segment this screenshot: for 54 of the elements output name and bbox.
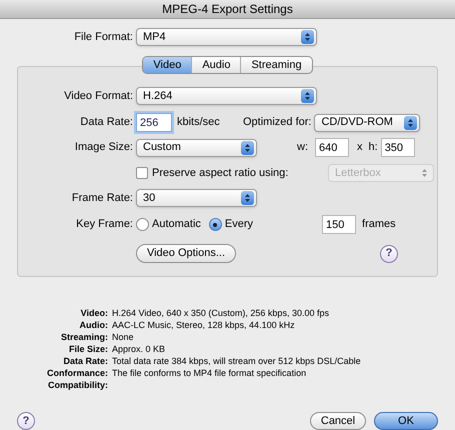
summary-label: Video:	[80, 307, 109, 320]
summary-label: Data Rate:	[62, 355, 109, 368]
stepper-arrows-icon	[404, 116, 418, 130]
field-label: Frame Rate:	[70, 190, 134, 206]
summary-label: Compatibility:	[47, 379, 109, 392]
radio-button[interactable]	[136, 218, 149, 231]
summary-label: File Size:	[68, 343, 109, 356]
dropdown[interactable]: MP4	[136, 28, 317, 46]
help-button[interactable]: ?	[380, 244, 398, 262]
checkbox[interactable]	[136, 167, 148, 179]
radio-button[interactable]	[208, 218, 222, 231]
field-label: Image Size:	[74, 140, 134, 156]
stepper-arrows-icon	[241, 140, 254, 154]
tab[interactable]: Video	[143, 57, 192, 73]
help-button[interactable]: ?	[17, 412, 35, 430]
text-field[interactable]: 350	[380, 138, 415, 157]
summary-value: AAC-LC Music, Stereo, 128 kbps, 44.100 kHz	[112, 319, 295, 332]
unit-label: frames	[362, 217, 396, 232]
field-label: Optimized for:	[243, 115, 312, 130]
summary-value: Total data rate 384 kbps, will stream over 512 kbps DSL/Cable	[112, 355, 361, 368]
field-label: Video Format:	[63, 88, 134, 104]
summary-value: The file conforms to MP4 file format specification	[112, 367, 306, 380]
text-field[interactable]: 256	[136, 113, 172, 132]
summary-value: Approx. 0 KB	[112, 343, 166, 356]
text-field[interactable]: 640	[315, 138, 349, 157]
field-label: w:	[297, 140, 309, 156]
summary-value: H.264 Video, 640 x 350 (Custom), 256 kbps, 30.00 fps	[112, 307, 329, 320]
dropdown[interactable]: CD/DVD-ROM	[314, 114, 420, 132]
video-options-button[interactable]: Video Options...	[136, 244, 236, 263]
dropdown[interactable]: Custom	[136, 138, 257, 156]
stepper-arrows-icon	[301, 89, 314, 103]
dialog-button[interactable]: OK	[374, 412, 438, 430]
dropdown[interactable]: H.264	[136, 87, 317, 105]
tab[interactable]: Streaming	[240, 57, 312, 73]
summary-value: None	[112, 331, 134, 344]
summary-label: Streaming:	[60, 331, 109, 344]
field-label: Key Frame:	[75, 217, 134, 232]
dropdown[interactable]: 30	[136, 189, 257, 207]
dialog-button[interactable]: Cancel	[310, 412, 366, 430]
summary-label: Conformance:	[46, 367, 109, 380]
radio-label: Automatic	[152, 217, 201, 232]
unit-label: kbits/sec	[177, 115, 221, 130]
field-label: Data Rate:	[79, 115, 134, 130]
summary-label: Audio:	[78, 319, 109, 332]
stepper-arrows-icon	[301, 30, 314, 44]
radio-label: Every	[224, 217, 254, 232]
tab[interactable]: Audio	[191, 57, 240, 73]
checkbox-label: Preserve aspect ratio using:	[152, 166, 290, 181]
times-label: x	[357, 140, 362, 156]
window-title: MPEG-4 Export Settings	[162, 1, 293, 18]
text-field[interactable]: 150	[322, 215, 356, 234]
field-label: File Format:	[73, 30, 134, 45]
stepper-arrows-icon	[241, 191, 254, 205]
field-label: h:	[368, 140, 379, 156]
